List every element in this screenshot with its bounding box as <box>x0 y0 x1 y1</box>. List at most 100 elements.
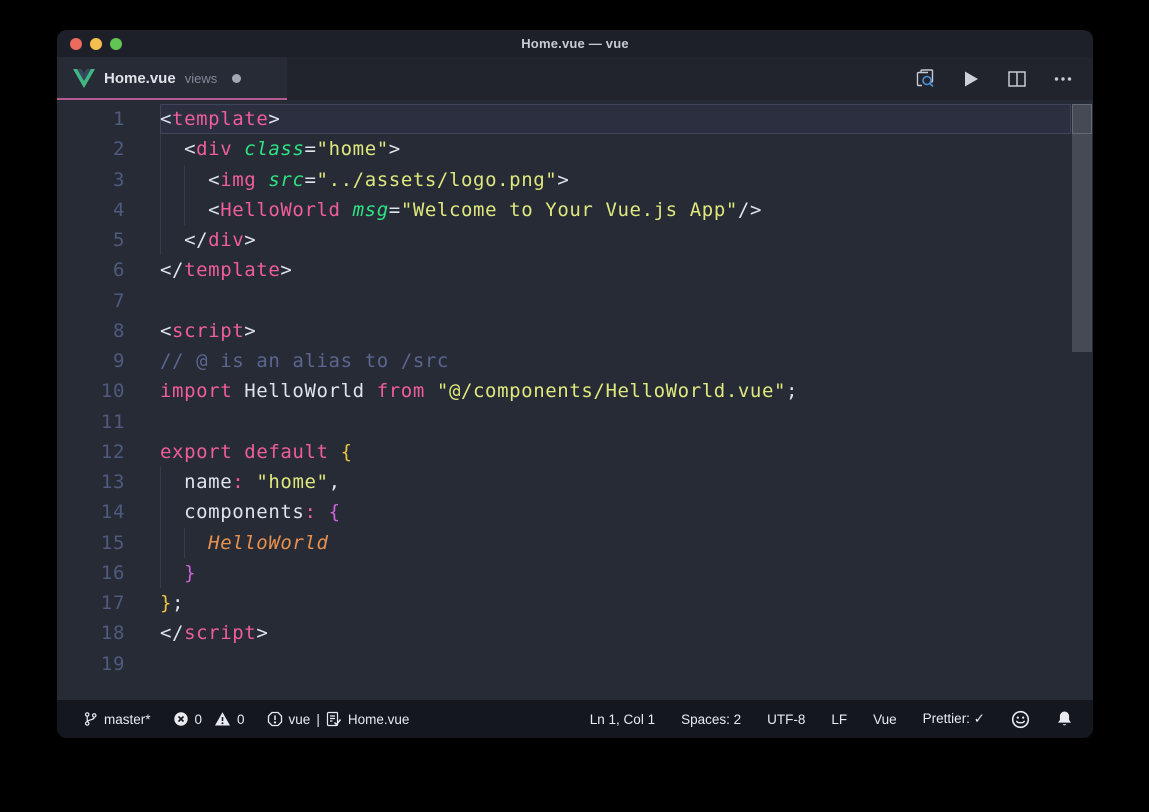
line-number[interactable]: 11 <box>57 407 125 437</box>
code-token: default <box>244 441 328 463</box>
code-token: div <box>196 138 232 160</box>
code-token: template <box>172 108 268 130</box>
code-line[interactable]: 3 <img src="../assets/logo.png"> <box>57 165 1093 195</box>
code-token: { <box>329 501 341 523</box>
run-button[interactable] <box>955 63 987 95</box>
code-text: components: { <box>160 497 1071 527</box>
formatter-status[interactable]: Prettier: ✓ <box>923 711 985 727</box>
line-number[interactable]: 12 <box>57 437 125 467</box>
tab-home-vue[interactable]: Home.vue views <box>57 57 287 100</box>
scrollbar-thumb[interactable] <box>1072 104 1092 352</box>
code-line[interactable]: 14 components: { <box>57 497 1093 527</box>
line-number[interactable]: 10 <box>57 376 125 406</box>
code-line[interactable]: 8<script> <box>57 316 1093 346</box>
indent-guide <box>184 528 185 558</box>
code-line[interactable]: 12export default { <box>57 437 1093 467</box>
screen-background: Home.vue — vue Home.vue views <box>0 0 1149 812</box>
line-number[interactable]: 18 <box>57 618 125 648</box>
problems-status[interactable]: 0 0 <box>173 711 245 727</box>
indent-guide <box>160 467 161 497</box>
open-preview-button[interactable] <box>909 63 941 95</box>
feedback-smiley-icon[interactable] <box>1011 710 1030 729</box>
line-number[interactable]: 13 <box>57 467 125 497</box>
close-window-button[interactable] <box>70 38 82 50</box>
line-number[interactable]: 17 <box>57 588 125 618</box>
cursor-position[interactable]: Ln 1, Col 1 <box>590 712 655 727</box>
active-file-name: Home.vue <box>348 712 410 727</box>
code-line[interactable]: 6</template> <box>57 255 1093 285</box>
code-token: HelloWorld <box>208 532 328 554</box>
tab-folder-name: views <box>185 71 218 86</box>
code-token: img <box>220 169 256 191</box>
status-bar: master* 0 <box>57 700 1093 738</box>
code-line[interactable]: 7 <box>57 286 1093 316</box>
line-number[interactable]: 8 <box>57 316 125 346</box>
code-line[interactable]: 5 </div> <box>57 225 1093 255</box>
error-icon <box>173 711 189 727</box>
unsaved-changes-icon[interactable] <box>232 74 241 83</box>
code-text <box>160 286 1071 316</box>
tab-file-name: Home.vue <box>104 70 176 87</box>
line-number[interactable]: 6 <box>57 255 125 285</box>
linter-status[interactable]: vue | Home.vue <box>267 711 410 727</box>
line-number[interactable]: 9 <box>57 346 125 376</box>
line-number[interactable]: 15 <box>57 528 125 558</box>
encoding-setting[interactable]: UTF-8 <box>767 712 805 727</box>
line-number[interactable]: 14 <box>57 497 125 527</box>
line-number[interactable]: 2 <box>57 134 125 164</box>
zoom-window-button[interactable] <box>110 38 122 50</box>
code-token: import <box>160 380 232 402</box>
code-line[interactable]: 10 import HelloWorld from "@/components/H… <box>57 376 1093 406</box>
code-text: import HelloWorld from "@/components/Hel… <box>160 376 1071 406</box>
code-token: = <box>305 138 317 160</box>
code-token: class <box>244 138 304 160</box>
line-number[interactable]: 1 <box>57 104 125 134</box>
more-actions-button[interactable] <box>1047 63 1079 95</box>
code-token: export <box>160 441 232 463</box>
language-mode[interactable]: Vue <box>873 712 897 727</box>
line-number[interactable]: 4 <box>57 195 125 225</box>
code-editor[interactable]: 1<template>2 <div class="home">3 <img sr… <box>57 100 1093 700</box>
code-token: /> <box>738 199 762 221</box>
code-token: "home" <box>256 471 328 493</box>
code-text: </script> <box>160 618 1071 648</box>
code-token: > <box>389 138 401 160</box>
code-token <box>232 138 244 160</box>
line-number[interactable]: 16 <box>57 558 125 588</box>
code-line[interactable]: 11 <box>57 407 1093 437</box>
vertical-scrollbar[interactable] <box>1071 100 1093 700</box>
minimize-window-button[interactable] <box>90 38 102 50</box>
indentation-setting[interactable]: Spaces: 2 <box>681 712 741 727</box>
code-token: </ <box>160 259 184 281</box>
eol-setting[interactable]: LF <box>831 712 847 727</box>
code-line[interactable]: 17}; <box>57 588 1093 618</box>
code-line[interactable]: 2 <div class="home"> <box>57 134 1093 164</box>
code-token: : <box>304 501 316 523</box>
code-text: HelloWorld <box>160 528 1071 558</box>
branch-name: master* <box>104 712 151 727</box>
git-branch-status[interactable]: master* <box>83 711 151 727</box>
code-line[interactable]: 4 <HelloWorld msg="Welcome to Your Vue.j… <box>57 195 1093 225</box>
code-token: "@/components/HelloWorld.vue" <box>437 380 786 402</box>
notifications-bell-icon[interactable] <box>1056 710 1073 728</box>
code-line[interactable]: 19 <box>57 649 1093 679</box>
code-line[interactable]: 16 } <box>57 558 1093 588</box>
line-number[interactable]: 7 <box>57 286 125 316</box>
code-token <box>160 562 184 584</box>
code-line[interactable]: 15 HelloWorld <box>57 528 1093 558</box>
code-line[interactable]: 9 // @ is an alias to /src <box>57 346 1093 376</box>
code-token: HelloWorld <box>220 199 340 221</box>
line-number[interactable]: 5 <box>57 225 125 255</box>
line-number[interactable]: 19 <box>57 649 125 679</box>
line-number[interactable]: 3 <box>57 165 125 195</box>
code-line[interactable]: 1<template> <box>57 104 1093 134</box>
code-token: > <box>244 229 256 251</box>
code-line[interactable]: 18 </script> <box>57 618 1093 648</box>
code-token: "home" <box>317 138 389 160</box>
split-editor-button[interactable] <box>1001 63 1033 95</box>
code-line[interactable]: 13 name: "home", <box>57 467 1093 497</box>
tab-bar: Home.vue views <box>57 57 1093 100</box>
code-text: // @ is an alias to /src <box>160 346 1071 376</box>
indent-guide <box>160 528 161 558</box>
title-bar[interactable]: Home.vue — vue <box>57 30 1093 57</box>
